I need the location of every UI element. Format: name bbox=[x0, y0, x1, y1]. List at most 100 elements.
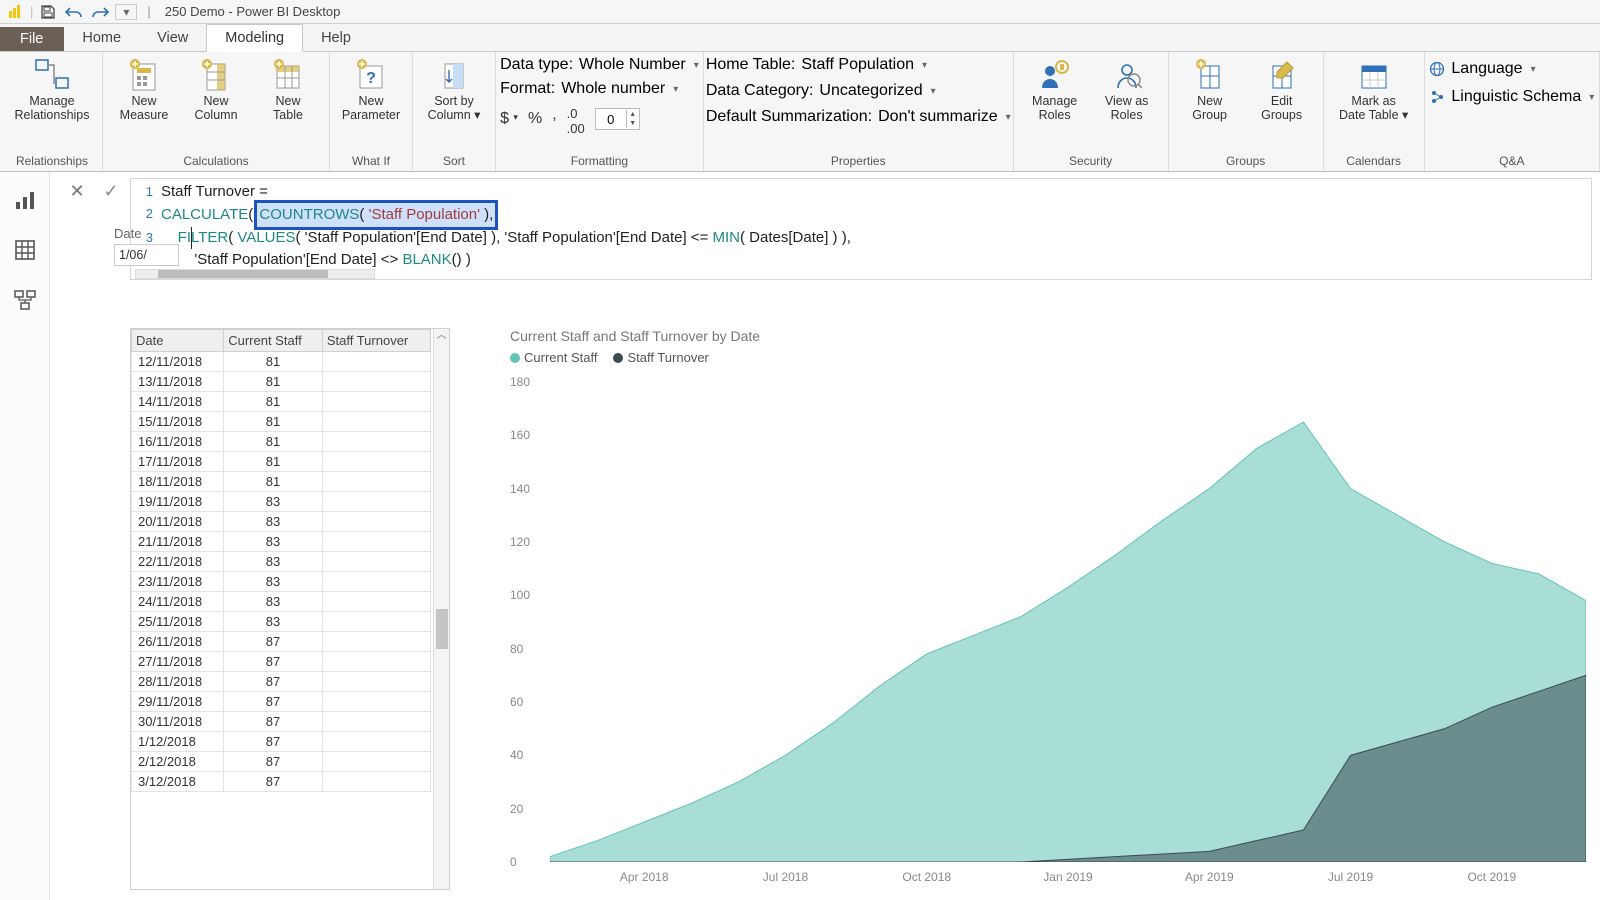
date-filter-input[interactable]: 1/06/ bbox=[114, 244, 179, 266]
table-row[interactable]: 15/11/201881 bbox=[132, 412, 431, 432]
y-tick-label: 140 bbox=[510, 482, 530, 496]
view-as-roles-button[interactable]: View asRoles bbox=[1094, 56, 1160, 122]
y-tick-label: 120 bbox=[510, 535, 530, 549]
new-column-button[interactable]: NewColumn bbox=[183, 56, 249, 122]
y-tick-label: 0 bbox=[510, 855, 517, 869]
table-row[interactable]: 27/11/201887 bbox=[132, 652, 431, 672]
formula-hscrollbar[interactable] bbox=[135, 269, 375, 279]
x-tick-label: Oct 2018 bbox=[902, 870, 951, 884]
formula-bar[interactable]: 1Staff Turnover = 2CALCULATE( COUNTROWS(… bbox=[130, 178, 1592, 280]
linguistic-schema-dropdown[interactable]: Linguistic Schema▾ bbox=[1429, 88, 1594, 106]
formula-commit-button[interactable]: ✓ bbox=[96, 178, 126, 204]
table-row[interactable]: 16/11/201881 bbox=[132, 432, 431, 452]
data-table[interactable]: DateCurrent StaffStaff Turnover 12/11/20… bbox=[130, 328, 450, 890]
currency-button[interactable]: $ ▾ bbox=[500, 110, 518, 128]
group-groups: NewGroup EditGroups Groups bbox=[1169, 52, 1324, 171]
manage-relationships-button[interactable]: ManageRelationships bbox=[10, 56, 94, 122]
language-dropdown[interactable]: Language▾ bbox=[1429, 60, 1535, 78]
percent-button[interactable]: % bbox=[528, 110, 542, 128]
manage-roles-button[interactable]: ManageRoles bbox=[1022, 56, 1088, 122]
table-row[interactable]: 3/12/201887 bbox=[132, 772, 431, 792]
group-calculations: NewMeasure NewColumn NewTable Calculatio… bbox=[103, 52, 330, 171]
group-relationships: ManageRelationships Relationships bbox=[2, 52, 103, 171]
y-tick-label: 180 bbox=[510, 375, 530, 389]
legend-dot-current bbox=[510, 353, 520, 363]
table-header[interactable]: Staff Turnover bbox=[322, 330, 430, 352]
y-tick-label: 60 bbox=[510, 695, 523, 709]
table-row[interactable]: 14/11/201881 bbox=[132, 392, 431, 412]
group-qa: Language▾ Linguistic Schema▾ Q&A bbox=[1425, 52, 1600, 171]
group-formatting: Data type: Whole Number▾ Format: Whole n… bbox=[496, 52, 704, 171]
decimals-input[interactable] bbox=[596, 112, 626, 127]
decimals-spinner[interactable]: ▲▼ bbox=[595, 108, 640, 130]
table-row[interactable]: 18/11/201881 bbox=[132, 472, 431, 492]
leftnav bbox=[0, 172, 50, 900]
new-table-button[interactable]: NewTable bbox=[255, 56, 321, 122]
tab-home[interactable]: Home bbox=[64, 25, 139, 51]
table-row[interactable]: 23/11/201883 bbox=[132, 572, 431, 592]
table-row[interactable]: 13/11/201881 bbox=[132, 372, 431, 392]
app-icon bbox=[4, 2, 26, 22]
mark-date-table-button[interactable]: Mark asDate Table ▾ bbox=[1332, 56, 1416, 122]
new-parameter-button[interactable]: ? NewParameter bbox=[338, 56, 404, 122]
table-header[interactable]: Current Staff bbox=[224, 330, 323, 352]
table-row[interactable]: 22/11/201883 bbox=[132, 552, 431, 572]
x-tick-label: Jan 2019 bbox=[1043, 870, 1092, 884]
y-tick-label: 100 bbox=[510, 588, 530, 602]
sort-by-column-button[interactable]: Sort byColumn ▾ bbox=[421, 56, 487, 122]
table-row[interactable]: 20/11/201883 bbox=[132, 512, 431, 532]
summarization-dropdown[interactable]: Default Summarization: Don't summarize▾ bbox=[706, 108, 1011, 126]
save-button[interactable] bbox=[37, 2, 59, 22]
table-row[interactable]: 29/11/201887 bbox=[132, 692, 431, 712]
group-properties: Home Table: Staff Population▾ Data Categ… bbox=[704, 52, 1014, 171]
table-header[interactable]: Date bbox=[132, 330, 224, 352]
report-view-button[interactable] bbox=[9, 184, 41, 216]
table-row[interactable]: 28/11/201887 bbox=[132, 672, 431, 692]
table-row[interactable]: 26/11/201887 bbox=[132, 632, 431, 652]
table-vscrollbar[interactable]: ︿ bbox=[433, 329, 449, 889]
chart-title: Current Staff and Staff Turnover by Date bbox=[510, 328, 1592, 344]
x-tick-label: Jul 2019 bbox=[1328, 870, 1373, 884]
redo-button[interactable] bbox=[89, 2, 111, 22]
chart-area[interactable]: Current Staff and Staff Turnover by Date… bbox=[510, 328, 1592, 890]
decimal-icon: .0.00 bbox=[567, 106, 585, 136]
x-tick-label: Apr 2019 bbox=[1185, 870, 1234, 884]
table-row[interactable]: 30/11/201887 bbox=[132, 712, 431, 732]
table-row[interactable]: 19/11/201883 bbox=[132, 492, 431, 512]
text-cursor bbox=[191, 227, 192, 249]
tab-view[interactable]: View bbox=[139, 25, 206, 51]
hometable-dropdown[interactable]: Home Table: Staff Population▾ bbox=[706, 56, 927, 74]
table-row[interactable]: 25/11/201883 bbox=[132, 612, 431, 632]
y-tick-label: 80 bbox=[510, 642, 523, 656]
x-tick-label: Apr 2018 bbox=[620, 870, 669, 884]
table-row[interactable]: 1/12/201887 bbox=[132, 732, 431, 752]
model-view-button[interactable] bbox=[9, 284, 41, 316]
datatype-dropdown[interactable]: Data type: Whole Number▾ bbox=[500, 56, 699, 74]
data-view-button[interactable] bbox=[9, 234, 41, 266]
table-row[interactable]: 24/11/201883 bbox=[132, 592, 431, 612]
thousands-button[interactable]: , bbox=[552, 106, 556, 124]
tab-help[interactable]: Help bbox=[303, 25, 369, 51]
scroll-up-icon[interactable]: ︿ bbox=[434, 329, 449, 343]
tab-modeling[interactable]: Modeling bbox=[206, 24, 303, 52]
edit-groups-button[interactable]: EditGroups bbox=[1249, 56, 1315, 122]
table-row[interactable]: 21/11/201883 bbox=[132, 532, 431, 552]
undo-button[interactable] bbox=[63, 2, 85, 22]
workspace: ✕ ✓ 1Staff Turnover = 2CALCULATE( COUNTR… bbox=[50, 172, 1600, 900]
x-tick-label: Oct 2019 bbox=[1467, 870, 1516, 884]
tabstrip: File Home View Modeling Help bbox=[0, 24, 1600, 52]
document-title: 250 Demo - Power BI Desktop bbox=[165, 4, 341, 19]
format-dropdown[interactable]: Format: Whole number▾ bbox=[500, 80, 678, 98]
y-tick-label: 20 bbox=[510, 802, 523, 816]
table-row[interactable]: 12/11/201881 bbox=[132, 352, 431, 372]
formula-cancel-button[interactable]: ✕ bbox=[62, 178, 92, 204]
group-sort: Sort byColumn ▾ Sort bbox=[413, 52, 496, 171]
tab-file[interactable]: File bbox=[0, 27, 64, 51]
new-group-button[interactable]: NewGroup bbox=[1177, 56, 1243, 122]
new-measure-button[interactable]: NewMeasure bbox=[111, 56, 177, 122]
table-row[interactable]: 2/12/201887 bbox=[132, 752, 431, 772]
table-row[interactable]: 17/11/201881 bbox=[132, 452, 431, 472]
datacategory-dropdown[interactable]: Data Category: Uncategorized▾ bbox=[706, 82, 936, 100]
svg-text:?: ? bbox=[366, 70, 376, 87]
qat-customize[interactable]: ▾ bbox=[115, 4, 137, 20]
